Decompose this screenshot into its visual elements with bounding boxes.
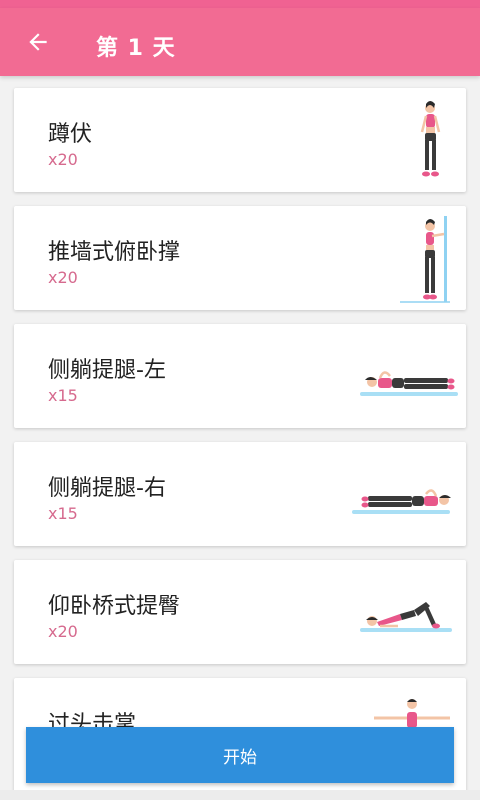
exercise-card[interactable]: 侧躺提腿-左 x15 <box>14 324 466 428</box>
exercise-name: 蹲伏 <box>48 122 93 147</box>
app-bar: 第 1 天 <box>0 8 480 76</box>
exercise-reps: x15 <box>48 386 78 405</box>
bottom-edge <box>0 790 480 800</box>
page-title: 第 1 天 <box>96 36 176 61</box>
side-lying-leg-lift-right-illustration <box>352 489 451 514</box>
exercise-name: 侧躺提腿-右 <box>48 476 166 501</box>
exercise-reps: x20 <box>48 622 78 641</box>
start-button[interactable]: 开始 <box>26 727 454 783</box>
exercise-reps: x20 <box>48 268 78 287</box>
side-lying-leg-lift-left-illustration <box>360 371 458 396</box>
wall-pushup-illustration <box>400 216 450 303</box>
exercise-card[interactable]: 侧躺提腿-右 x15 <box>14 442 466 546</box>
exercise-card[interactable]: 仰卧桥式提臀 x20 <box>14 560 466 664</box>
exercise-reps: x15 <box>48 504 78 523</box>
exercise-name: 侧躺提腿-左 <box>48 358 166 383</box>
exercise-card[interactable]: 蹲伏 x20 <box>14 88 466 192</box>
exercise-list[interactable]: 蹲伏 x20 推墙式俯卧撑 x20 侧躺提腿-左 x15 侧躺提腿-右 x15 … <box>0 76 480 800</box>
exercise-reps: x20 <box>48 150 78 169</box>
back-button[interactable] <box>18 22 58 62</box>
exercise-name: 推墙式俯卧撑 <box>48 240 181 265</box>
exercise-card[interactable]: 推墙式俯卧撑 x20 <box>14 206 466 310</box>
glute-bridge-illustration <box>360 602 452 632</box>
standing-woman-illustration <box>420 101 441 177</box>
status-bar <box>0 0 480 8</box>
arrow-left-icon <box>29 33 47 51</box>
exercise-name: 仰卧桥式提臀 <box>48 594 181 619</box>
